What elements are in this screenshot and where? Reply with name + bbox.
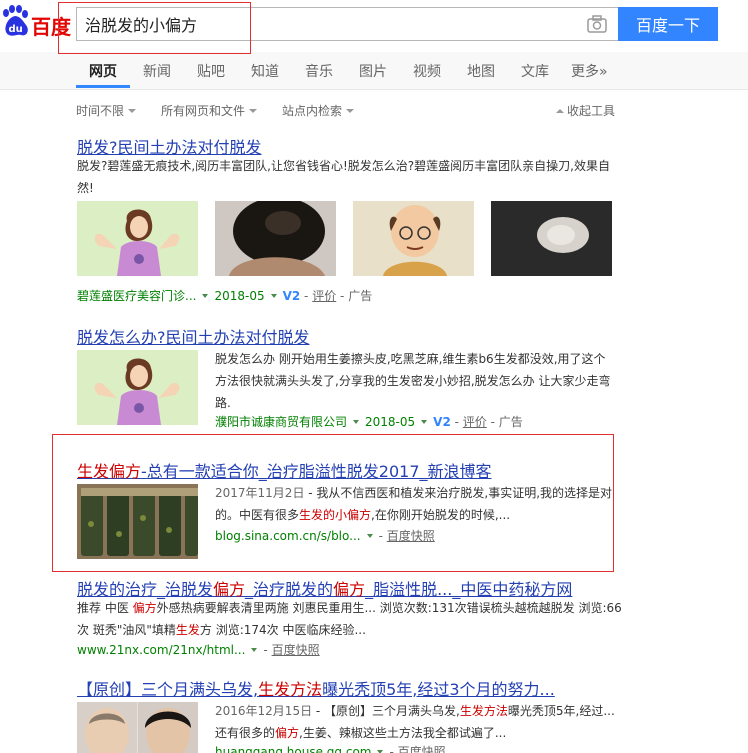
result-desc-text: 推荐 中医 (77, 601, 133, 615)
result-title-text: 【原创】三个月满头乌发, (77, 680, 259, 699)
result-date: 2018-05 (214, 289, 265, 303)
svg-text:du: du (9, 24, 23, 35)
tab-video[interactable]: 视频 (413, 61, 441, 81)
tab-tieba[interactable]: 贴吧 (197, 61, 225, 81)
site-filter-label: 站点内检索 (282, 104, 343, 118)
result-title-highlight: 生发方法 (258, 680, 323, 699)
result-desc-highlight: 生发方法 (459, 704, 508, 718)
result-title-text: -总有一款适合你_治疗脂溢性脱发2017_新浪博客 (141, 462, 492, 481)
result-image-hair-back[interactable] (215, 201, 336, 276)
result-desc-text: - 【原创】三个月满头乌发, (312, 704, 460, 718)
search-tools-bar: 时间不限 所有网页和文件 站点内检索 收起工具 (0, 98, 748, 122)
cache-link[interactable]: 百度快照 (272, 643, 320, 657)
v2-badge[interactable]: V2 (433, 415, 451, 429)
nav-bar: 网页 新闻 贴吧 知道 音乐 图片 视频 地图 文库 更多» (0, 52, 748, 90)
search-input[interactable] (76, 7, 618, 41)
result-desc: 脱发怎么办 刚开始用生姜擦头皮,吃黑芝麻,维生素b6生发都没效,用了这个方法很快… (215, 352, 611, 410)
result-desc: 推荐 中医 偏方外感热病要解表清里两施 刘惠民重用生... 浏览次数:131次错… (77, 597, 622, 641)
logo-text: 百度 (31, 15, 71, 39)
v2-badge[interactable]: V2 (283, 289, 301, 303)
result-title-highlight: 生发偏方 (77, 462, 142, 481)
dropdown-icon[interactable] (251, 648, 258, 652)
dropdown-icon[interactable] (366, 534, 373, 538)
result-date: 2018-05 (365, 415, 416, 429)
camera-icon[interactable] (586, 14, 608, 34)
result-source[interactable]: 濮阳市诚康商贸有限公司 (215, 415, 347, 429)
result-image-hair-comparison[interactable] (77, 702, 198, 753)
dropdown-icon[interactable] (353, 420, 360, 424)
result-desc-text: ,在你刚开始脱发的时候,... (371, 508, 511, 522)
result-image-scalp-closeup[interactable] (491, 201, 612, 276)
result-title[interactable]: 生发偏方-总有一款适合你_治疗脂溢性脱发2017_新浪博客 (77, 458, 492, 482)
result-desc: 脱发?碧莲盛无痕技术,阅历丰富团队,让您省钱省心!脱发怎么治?碧莲盛阅历丰富团队… (77, 159, 610, 195)
review-link[interactable]: 评价 (312, 289, 336, 303)
caret-down-icon (128, 109, 137, 113)
result-desc: 2016年12月15日 - 【原创】三个月满头乌发,生发方法曝光秃顶5年,经过.… (215, 700, 615, 744)
tab-music[interactable]: 音乐 (305, 61, 333, 81)
result-desc-highlight: 偏方 (132, 601, 157, 615)
dropdown-icon[interactable] (421, 420, 428, 424)
dropdown-icon[interactable] (270, 294, 277, 298)
site-filter[interactable]: 站点内检索 (282, 102, 355, 119)
result-date: 2016年12月15日 (215, 704, 313, 718)
tab-more[interactable]: 更多» (571, 61, 608, 81)
result-meta: blog.sina.com.cn/s/blo... - 百度快照 (215, 529, 435, 543)
result-date: 2017年11月2日 (215, 486, 305, 500)
result-meta: huanggang.house.qq.com - 百度快照 (215, 743, 446, 753)
ad-label: 广告 (498, 415, 523, 429)
cache-link[interactable]: 百度快照 (398, 745, 446, 753)
result-title[interactable]: 【原创】三个月满头乌发,生发方法曝光秃顶5年,经过3个月的努力... (77, 676, 555, 700)
result-meta: 濮阳市诚康商贸有限公司 2018-05 V2 - 评价 - 广告 (215, 415, 523, 429)
collapse-tools-label: 收起工具 (567, 104, 616, 118)
filetype-filter-label: 所有网页和文件 (161, 104, 246, 118)
result-meta: 碧莲盛医疗美容门诊... 2018-05 V2 - 评价 - 广告 (77, 289, 373, 303)
search-header: du 百度 百度一下 (0, 0, 748, 52)
tab-map[interactable]: 地图 (467, 61, 495, 81)
result-desc-text: 方 浏览:174次 中医临床经验... (199, 623, 366, 637)
result-desc: 2017年11月2日 - 我从不信西医和植发来治疗脱发,事实证明,我的选择是对的… (215, 482, 615, 526)
result-url[interactable]: www.21nx.com/21nx/html... (77, 643, 245, 657)
result-url[interactable]: blog.sina.com.cn/s/blo... (215, 529, 361, 543)
dropdown-icon[interactable] (202, 294, 209, 298)
result-meta: www.21nx.com/21nx/html... - 百度快照 (77, 643, 320, 657)
caret-down-icon (249, 109, 258, 113)
caret-down-icon (346, 109, 355, 113)
time-filter-label: 时间不限 (76, 104, 125, 118)
result-image-cartoon-bald-man[interactable] (353, 201, 474, 276)
review-link[interactable]: 评价 (463, 415, 487, 429)
caret-up-icon (556, 109, 564, 113)
result-desc-highlight: 生发的小偏方 (299, 508, 372, 522)
result-desc-highlight: 生发 (175, 623, 200, 637)
filetype-filter[interactable]: 所有网页和文件 (161, 102, 258, 119)
result-desc-highlight: 偏方 (275, 726, 300, 740)
result-url[interactable]: huanggang.house.qq.com (215, 745, 371, 753)
active-tab-indicator (76, 85, 130, 88)
result-source[interactable]: 碧莲盛医疗美容门诊... (77, 289, 196, 303)
result-title-text: 曝光秃顶5年,经过3个月的努力... (322, 680, 555, 699)
result-image-cartoon-woman[interactable] (77, 350, 198, 425)
result-image-herbal-jars[interactable] (77, 484, 198, 559)
tab-web[interactable]: 网页 (89, 61, 117, 81)
cache-link[interactable]: 百度快照 (387, 529, 435, 543)
tab-wenku[interactable]: 文库 (521, 61, 549, 81)
tab-images[interactable]: 图片 (359, 61, 387, 81)
search-button[interactable]: 百度一下 (618, 7, 718, 41)
ad-label: 广告 (348, 289, 373, 303)
result-desc-text: ,生姜、辣椒这些土方法我全都试遍了... (299, 726, 507, 740)
result-image-cartoon-woman[interactable] (77, 201, 198, 276)
result-title[interactable]: 脱发怎么办?民间土办法对付脱发 (77, 324, 310, 348)
time-filter[interactable]: 时间不限 (76, 102, 137, 119)
collapse-tools-button[interactable]: 收起工具 (556, 102, 615, 119)
tab-zhidao[interactable]: 知道 (251, 61, 279, 81)
tab-news[interactable]: 新闻 (143, 61, 171, 81)
